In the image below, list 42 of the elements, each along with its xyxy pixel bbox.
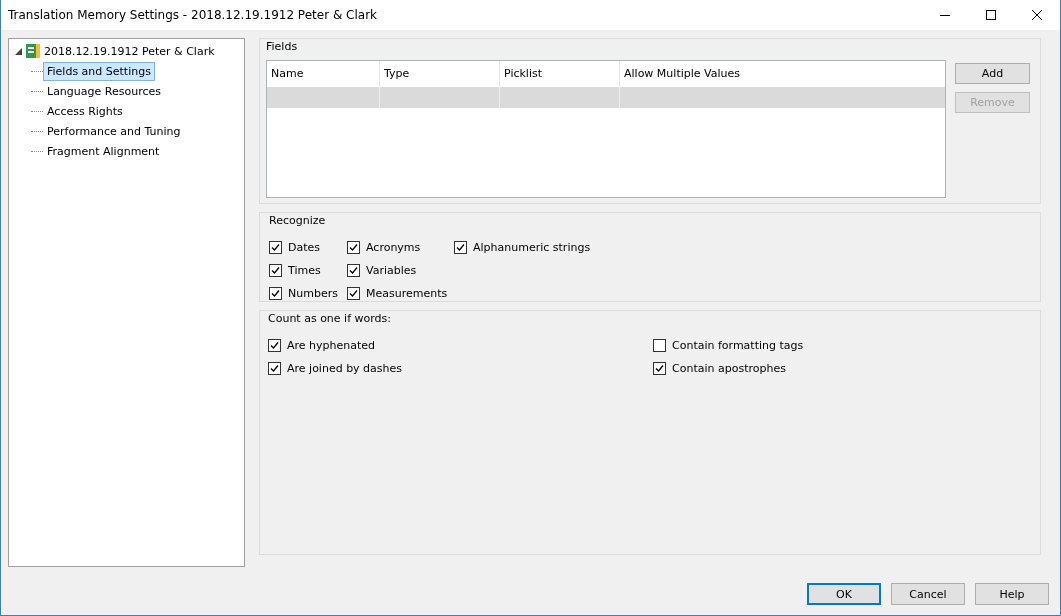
checkbox[interactable] (268, 339, 281, 352)
group-title: Recognize (269, 215, 327, 227)
tree-item[interactable]: Access Rights (43, 101, 127, 121)
group-title: Fields (266, 41, 299, 53)
window-title: Translation Memory Settings - 2018.12.19.1912 Peter & Clark (8, 8, 379, 22)
checkbox-label[interactable]: Are joined by dashes (287, 362, 403, 375)
column-header[interactable]: Allow Multiple Values (620, 61, 945, 87)
checkbox-label[interactable]: Are hyphenated (287, 339, 376, 352)
checkbox[interactable] (454, 241, 467, 254)
checkbox[interactable] (653, 339, 666, 352)
dialog-button[interactable]: OK (807, 583, 881, 605)
checkbox-label[interactable]: Acronyms (366, 241, 421, 254)
checkbox[interactable] (268, 362, 281, 375)
checkbox[interactable] (269, 241, 282, 254)
checkbox-label[interactable]: Contain formatting tags (672, 339, 804, 352)
database-icon (26, 44, 40, 58)
checkbox[interactable] (347, 287, 360, 300)
dialog-button[interactable]: Cancel (891, 583, 965, 605)
tree-item[interactable]: Language Resources (43, 81, 165, 101)
checkbox-label[interactable]: Contain apostrophes (672, 362, 786, 375)
checkbox-label[interactable]: Times (288, 264, 321, 277)
checkbox[interactable] (269, 287, 282, 300)
checkbox-label[interactable]: Numbers (288, 287, 338, 300)
maximize-icon[interactable] (986, 10, 996, 20)
checkbox-label[interactable]: Alphanumeric strings (473, 241, 591, 254)
checkbox[interactable] (347, 264, 360, 277)
expand-arrow-icon[interactable] (15, 47, 22, 55)
close-icon[interactable] (1032, 10, 1042, 20)
tree-item[interactable]: Fields and Settings (43, 61, 155, 81)
dialog-button[interactable]: Help (975, 583, 1049, 605)
group-title: Count as one if words: (268, 313, 392, 325)
checkbox-label[interactable]: Dates (288, 241, 321, 254)
dialog-button[interactable]: Add (955, 63, 1030, 84)
checkbox[interactable] (347, 241, 360, 254)
checkbox[interactable] (269, 264, 282, 277)
tree-item[interactable]: Performance and Tuning (43, 121, 185, 141)
minimize-icon[interactable] (940, 14, 950, 16)
tree-root-label[interactable]: 2018.12.19.1912 Peter & Clark (44, 44, 215, 58)
checkbox-label[interactable]: Measurements (366, 287, 448, 300)
checkbox-label[interactable]: Variables (366, 264, 417, 277)
tree-item[interactable]: Fragment Alignment (43, 141, 164, 161)
checkbox[interactable] (653, 362, 666, 375)
